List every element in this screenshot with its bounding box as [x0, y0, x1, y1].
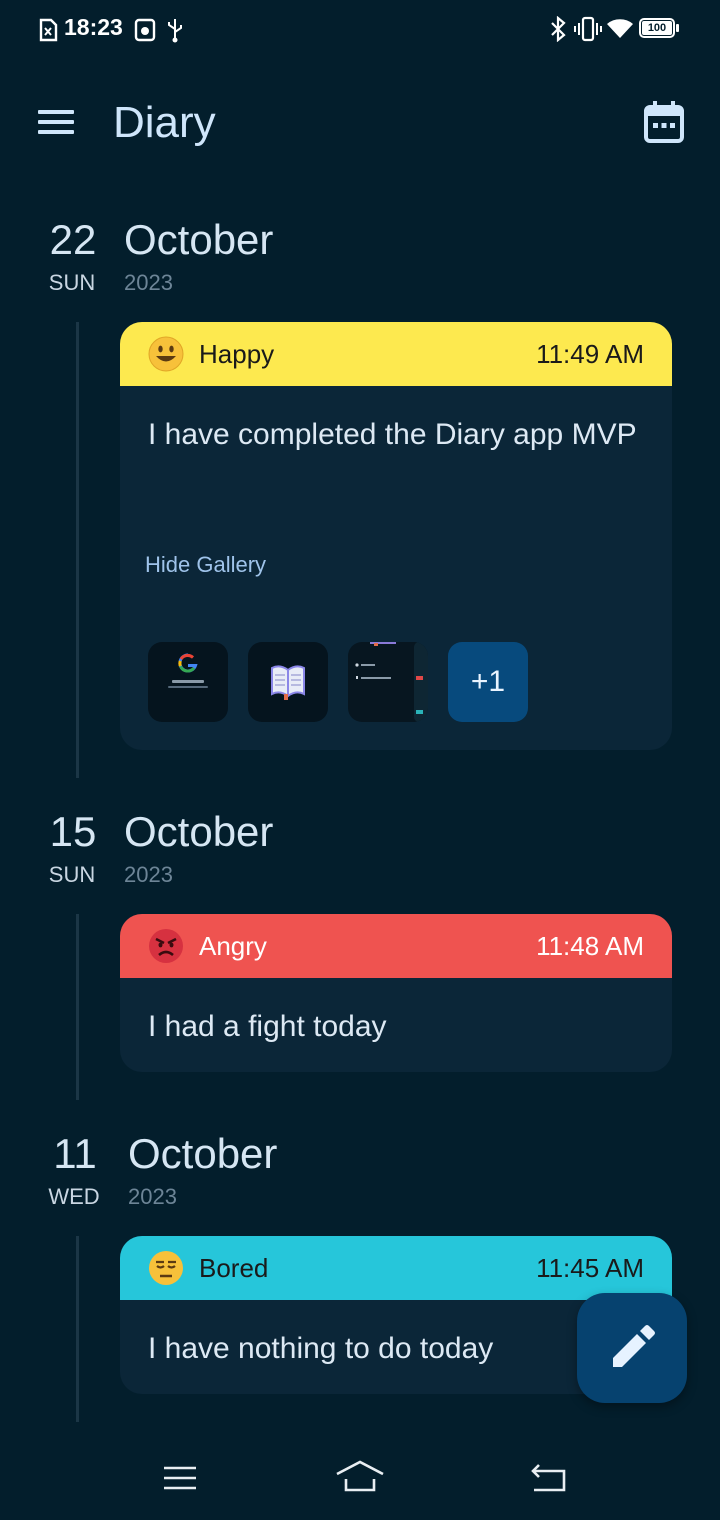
vibrate-icon [574, 16, 602, 42]
mood-header: Angry 11:48 AM [120, 914, 672, 978]
battery-level: 100 [647, 22, 667, 34]
recents-icon [164, 1466, 196, 1490]
gallery-thumbnail[interactable] [148, 642, 228, 722]
diary-entry-card[interactable]: Happy 11:49 AM I have completed the Diar… [120, 322, 672, 750]
google-logo-icon [168, 653, 208, 688]
gallery-more-button[interactable]: +1 [448, 642, 528, 722]
timeline-line [76, 322, 79, 778]
usb-icon [168, 19, 182, 43]
mood-label: Happy [199, 339, 275, 369]
day-month: October [124, 216, 274, 263]
pencil-icon [613, 1325, 655, 1367]
entry-text: I have completed the Diary app MVP [148, 418, 637, 451]
calendar-icon [644, 101, 684, 143]
day-month: October [128, 1130, 278, 1177]
mood-header: Happy 11:49 AM [120, 322, 672, 386]
entry-time: 11:48 AM [536, 931, 644, 961]
day-year: 2023 [128, 1184, 177, 1209]
bored-face-icon [149, 1251, 183, 1285]
sim-card-icon [39, 18, 58, 42]
back-icon [531, 1464, 566, 1492]
hamburger-menu-icon [38, 110, 74, 134]
bluetooth-icon [551, 16, 566, 42]
battery-icon: 100 [639, 18, 679, 40]
angry-face-icon [149, 929, 183, 963]
gallery-thumbnail[interactable] [348, 642, 428, 722]
app-bar: Diary [0, 80, 720, 170]
mood-header: Bored 11:45 AM [120, 1236, 672, 1300]
app-title: Diary [113, 98, 216, 147]
home-button[interactable] [334, 1458, 386, 1498]
recents-button[interactable] [154, 1458, 206, 1498]
new-entry-button[interactable] [577, 1293, 687, 1403]
day-header: 22 SUN October 2023 [0, 216, 720, 306]
hide-gallery-button[interactable]: Hide Gallery [145, 552, 266, 578]
day-month: October [124, 808, 274, 855]
book-icon [271, 665, 305, 700]
diary-entry-card[interactable]: Angry 11:48 AM I had a fight today [120, 914, 672, 1072]
back-button[interactable] [522, 1458, 574, 1498]
day-year: 2023 [124, 862, 173, 887]
mood-label: Angry [199, 931, 267, 961]
day-weekday: SUN [48, 862, 96, 887]
day-number: 11 [53, 1130, 97, 1177]
entry-time: 11:49 AM [536, 339, 644, 369]
entry-time: 11:45 AM [536, 1253, 644, 1283]
status-time: 18:23 [64, 14, 123, 40]
day-number: 15 [49, 808, 97, 855]
screenshot-preview-icon [355, 642, 428, 722]
entry-text: I had a fight today [148, 1010, 387, 1043]
happy-face-icon [148, 336, 184, 372]
timeline-line [76, 914, 79, 1100]
mood-label: Bored [199, 1253, 269, 1283]
home-icon [336, 1460, 384, 1492]
data-saver-icon [134, 18, 156, 42]
day-number: 22 [49, 216, 97, 263]
day-weekday: WED [48, 1184, 100, 1209]
wifi-icon [607, 19, 633, 38]
day-header: 11 WED October 2023 [0, 1130, 720, 1220]
timeline-line [76, 1236, 79, 1422]
gallery-thumbnail[interactable] [248, 642, 328, 722]
day-weekday: SUN [48, 270, 96, 295]
calendar-button[interactable] [640, 98, 688, 146]
day-year: 2023 [124, 270, 173, 295]
status-bar: 18:23 100 [0, 0, 720, 60]
day-header: 15 SUN October 2023 [0, 808, 720, 898]
menu-button[interactable] [34, 104, 78, 140]
system-nav-bar [0, 1440, 720, 1520]
